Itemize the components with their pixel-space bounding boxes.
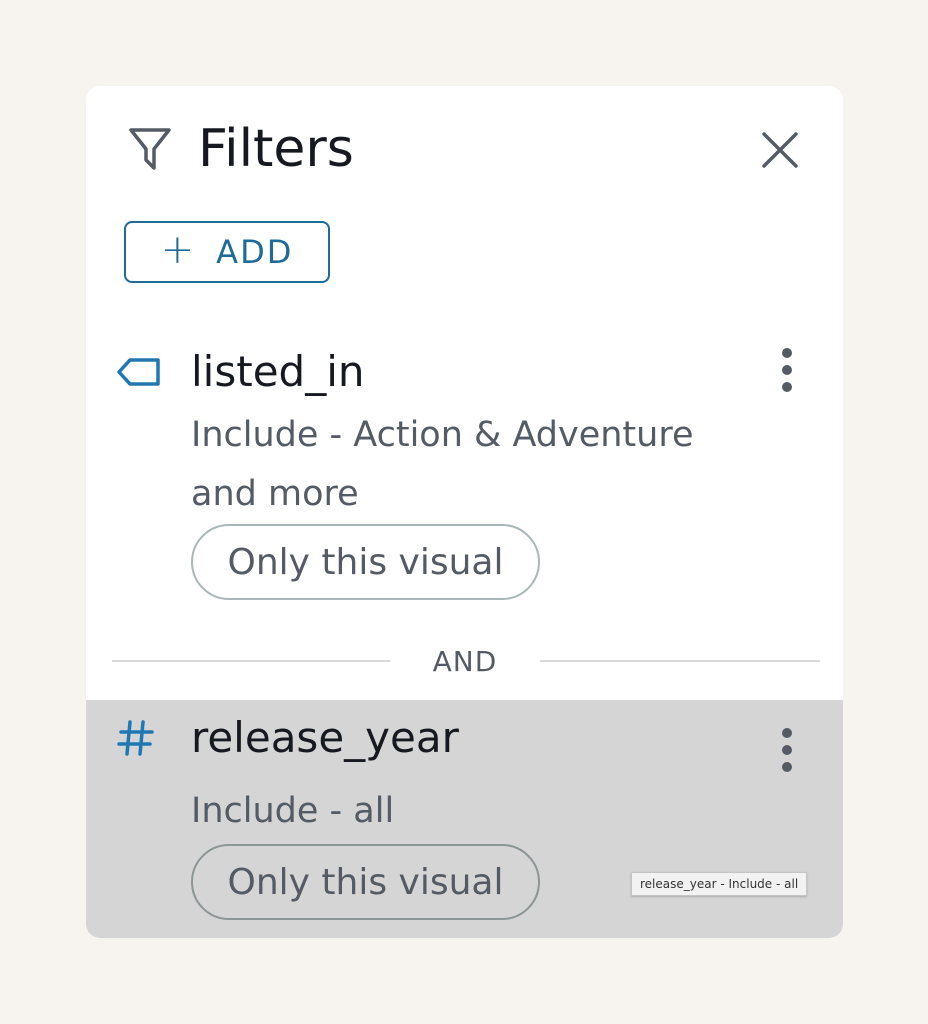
plus-icon: + (160, 227, 195, 273)
filter-description: Include - all (191, 791, 395, 831)
filter-description: Include - Action & Adventure and more (191, 415, 694, 514)
numeric-hash-icon (116, 718, 156, 758)
and-divider: AND (112, 644, 820, 684)
add-filter-button[interactable]: + ADD (124, 221, 330, 283)
filter-tooltip: release_year - Include - all (631, 872, 808, 896)
filter-scope-badge[interactable]: Only this visual (191, 524, 540, 600)
more-options-icon[interactable] (776, 348, 798, 398)
filter-funnel-icon (128, 126, 172, 174)
and-connector-label: AND (432, 645, 498, 678)
panel-header: Filters (86, 86, 843, 216)
close-icon[interactable] (756, 126, 804, 174)
filter-item-listed-in[interactable]: listed_in Include - Action & Adventure a… (86, 326, 843, 611)
filter-item-release-year[interactable]: release_year Include - all Only this vis… (86, 700, 843, 938)
dimension-tag-icon (116, 354, 160, 390)
filters-panel: Filters + ADD listed_in Include - Action… (86, 86, 843, 938)
add-button-label: ADD (216, 233, 294, 271)
more-options-icon[interactable] (776, 728, 798, 778)
filter-scope-badge[interactable]: Only this visual (191, 844, 540, 920)
page-title: Filters (198, 119, 354, 179)
filter-field-name: release_year (191, 713, 459, 762)
filter-field-name: listed_in (191, 347, 365, 396)
